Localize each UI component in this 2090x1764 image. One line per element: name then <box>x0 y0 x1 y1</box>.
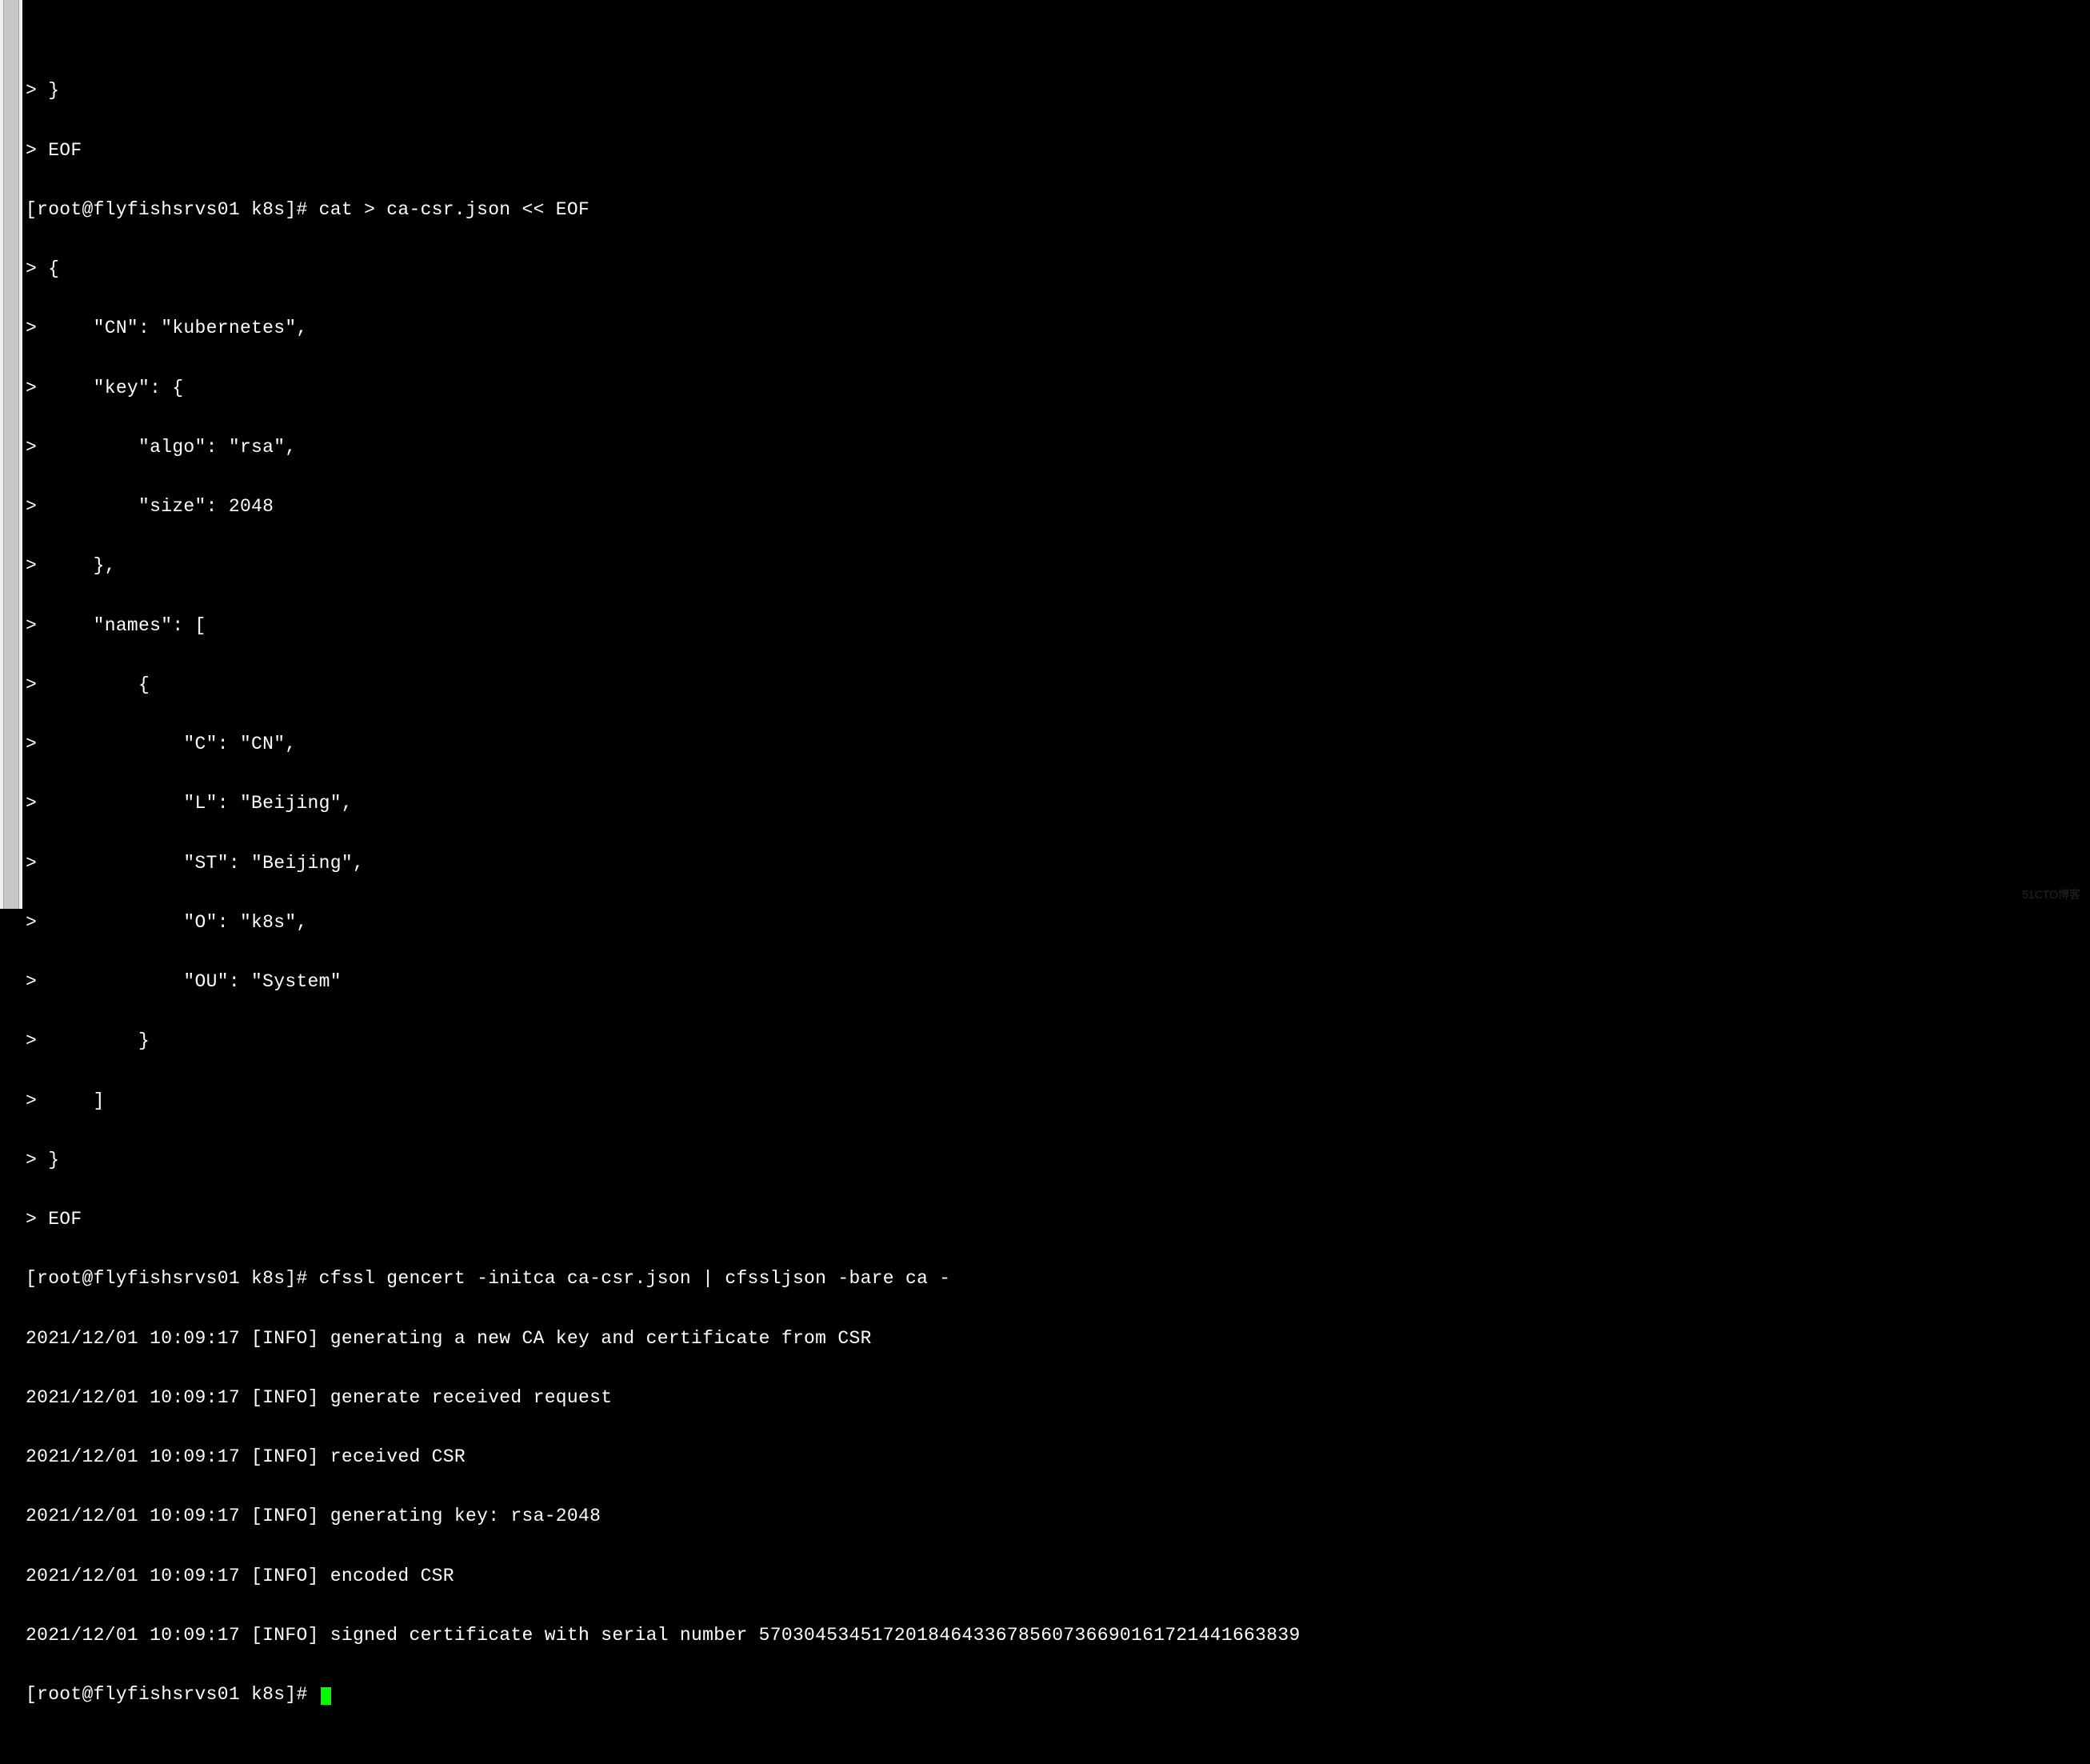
terminal-line: > }, <box>26 556 2090 576</box>
terminal-line: > } <box>26 1031 2090 1051</box>
terminal[interactable]: > } > EOF [root@flyfishsrvs01 k8s]# cat … <box>0 0 2090 1764</box>
terminal-line: > EOF <box>26 1210 2090 1230</box>
terminal-line: 2021/12/01 10:09:17 [INFO] signed certif… <box>26 1626 2090 1646</box>
watermark: 51CTO博客 <box>2022 886 2080 902</box>
terminal-line: > "OU": "System" <box>26 972 2090 992</box>
prompt-line[interactable]: [root@flyfishsrvs01 k8s]# <box>26 1685 2090 1705</box>
terminal-line: > "key": { <box>26 378 2090 398</box>
cursor <box>321 1687 331 1705</box>
prompt-text: [root@flyfishsrvs01 k8s]# <box>26 1684 319 1705</box>
terminal-line: > "O": "k8s", <box>26 913 2090 933</box>
terminal-line: > "C": "CN", <box>26 734 2090 754</box>
terminal-line: > "L": "Beijing", <box>26 794 2090 814</box>
terminal-line: > } <box>26 1150 2090 1170</box>
terminal-line: > ] <box>26 1091 2090 1111</box>
terminal-line: > "CN": "kubernetes", <box>26 318 2090 338</box>
terminal-line: > "algo": "rsa", <box>26 438 2090 458</box>
terminal-line: 2021/12/01 10:09:17 [INFO] generating ke… <box>26 1506 2090 1526</box>
terminal-line: 2021/12/01 10:09:17 [INFO] encoded CSR <box>26 1566 2090 1586</box>
terminal-line: > EOF <box>26 141 2090 161</box>
terminal-line: > { <box>26 675 2090 695</box>
terminal-line: > { <box>26 259 2090 279</box>
terminal-line: 2021/12/01 10:09:17 [INFO] generate rece… <box>26 1388 2090 1408</box>
terminal-line: [root@flyfishsrvs01 k8s]# cfssl gencert … <box>26 1269 2090 1289</box>
terminal-line: [root@flyfishsrvs01 k8s]# cat > ca-csr.j… <box>26 200 2090 220</box>
terminal-line: 2021/12/01 10:09:17 [INFO] received CSR <box>26 1447 2090 1467</box>
terminal-line: > "size": 2048 <box>26 497 2090 517</box>
scrollbar[interactable] <box>0 0 22 909</box>
terminal-content: > } > EOF [root@flyfishsrvs01 k8s]# cat … <box>26 42 2090 1745</box>
scrollbar-track[interactable] <box>3 0 19 909</box>
terminal-line: > "names": [ <box>26 616 2090 636</box>
terminal-line: 2021/12/01 10:09:17 [INFO] generating a … <box>26 1329 2090 1349</box>
terminal-line: > "ST": "Beijing", <box>26 854 2090 874</box>
terminal-line: > } <box>26 81 2090 101</box>
